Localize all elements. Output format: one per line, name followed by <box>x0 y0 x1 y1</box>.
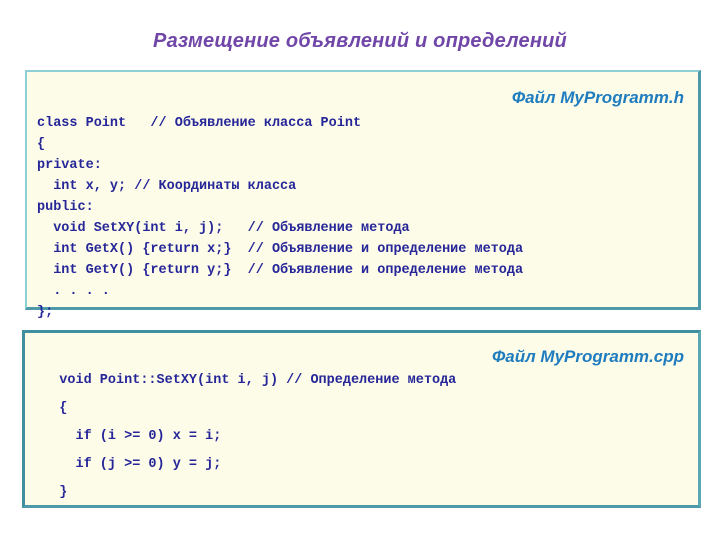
code-line: { <box>37 137 46 152</box>
code-line: { <box>35 401 68 416</box>
file-label-header: Файл MyProgramm.h <box>511 88 684 107</box>
code-listing-header-file: class Point // Объявление класса Point { p… <box>37 113 523 323</box>
code-line: } <box>35 485 68 500</box>
code-line: . . . . <box>37 284 110 299</box>
code-line: int GetX() {return x;} // Объявление и о… <box>37 242 524 257</box>
code-box-header-file: Файл MyProgramm.h class Point // Объявле… <box>25 70 701 320</box>
code-line: class Point // Объявление класса Point <box>37 116 362 131</box>
code-line: void SetXY(int i, j); // Объявление мето… <box>37 221 410 236</box>
code-line: private: <box>37 158 102 173</box>
code-line: if (j >= 0) y = j; <box>35 457 222 472</box>
code-line: void Point::SetXY(int i, j) // Определен… <box>35 373 457 388</box>
code-line: int GetY() {return y;} // Объявление и о… <box>37 263 524 278</box>
code-line: int x, y; // Координаты класса <box>37 179 297 194</box>
slide-canvas: Размещение объявлений и определений Файл… <box>0 0 720 540</box>
code-listing-cpp-file: void Point::SetXY(int i, j) // Определен… <box>35 367 456 507</box>
code-line: public: <box>37 200 94 215</box>
page-title: Размещение объявлений и определений <box>153 30 567 52</box>
file-label-cpp: Файл MyProgramm.cpp <box>492 347 684 366</box>
code-line: }; <box>37 305 54 320</box>
code-line: if (i >= 0) x = i; <box>35 429 222 444</box>
code-box-cpp-file: Файл MyProgramm.cpp void Point::SetXY(in… <box>22 330 701 508</box>
